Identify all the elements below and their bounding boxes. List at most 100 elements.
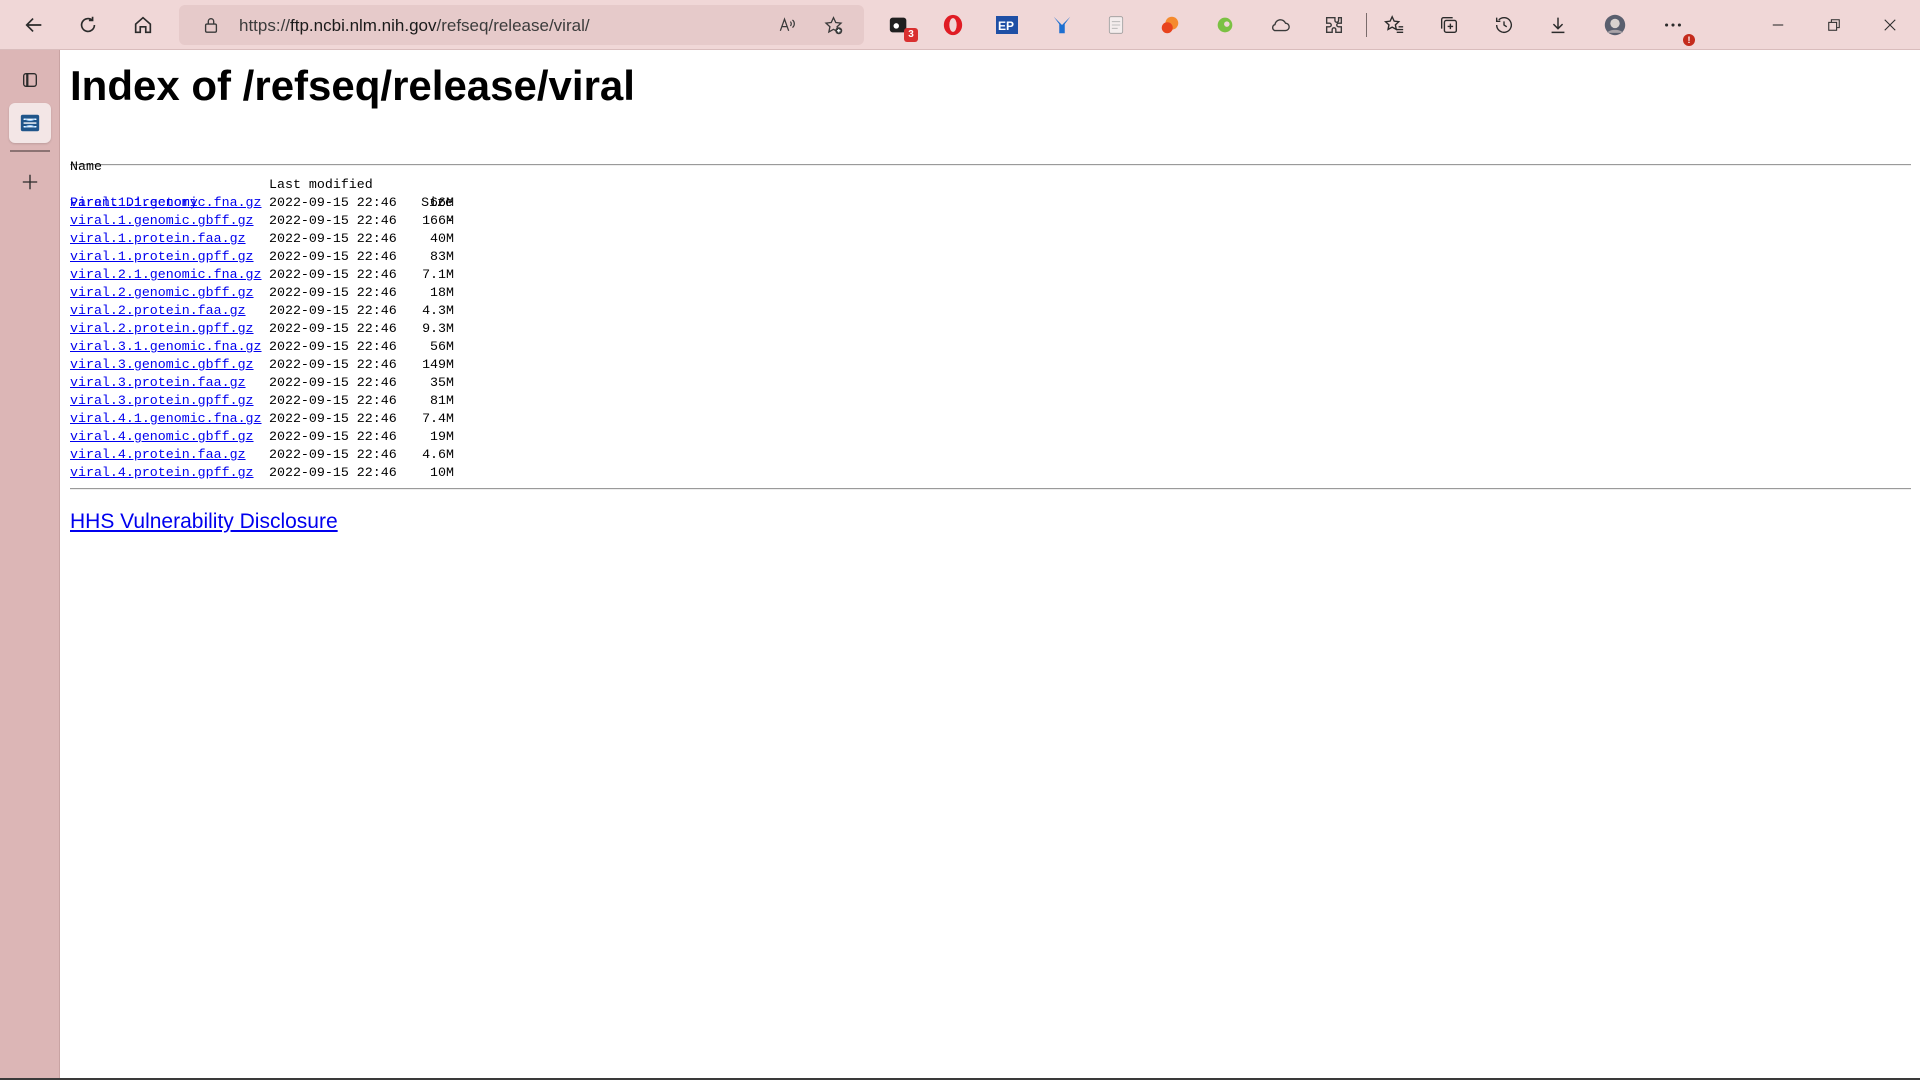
url-scheme: https:// [239, 16, 291, 35]
url-host: ftp.ncbi.nlm.nih.gov [290, 16, 437, 35]
file-row: viral.2.1.genomic.fna.gz 2022-09-15 22:46… [70, 266, 1911, 284]
file-link[interactable]: viral.3.1.genomic.fna.gz [70, 338, 262, 356]
file-size: 66M [430, 195, 454, 210]
file-link[interactable]: viral.1.genomic.gbff.gz [70, 212, 254, 230]
file-row: viral.2.protein.faa.gz 2022-09-15 22:46 4.… [70, 302, 1911, 320]
file-row: viral.1.protein.gpff.gz 2022-09-15 22:46 8… [70, 248, 1911, 266]
file-size: 7.4M [422, 411, 454, 426]
file-size: 166M [422, 213, 454, 228]
vertical-tabs-sidebar [0, 50, 60, 1080]
file-size: 81M [430, 393, 454, 408]
file-link[interactable]: viral.2.protein.gpff.gz [70, 320, 254, 338]
file-link[interactable]: viral.2.protein.faa.gz [70, 302, 246, 320]
file-link[interactable]: viral.3.protein.gpff.gz [70, 392, 254, 410]
collections-icon[interactable] [1431, 7, 1467, 43]
file-link[interactable]: viral.1.protein.faa.gz [70, 230, 246, 248]
parent-directory-row: Parent Directory - [70, 176, 1911, 228]
file-last-modified: 2022-09-15 22:46 [269, 249, 397, 264]
file-size: 9.3M [422, 321, 454, 336]
file-size: 149M [422, 357, 454, 372]
file-size: 4.6M [422, 447, 454, 462]
file-size: 35M [430, 375, 454, 390]
more-icon[interactable]: ! [1655, 7, 1695, 46]
file-row: viral.4.protein.faa.gz 2022-09-15 22:46 4.… [70, 446, 1911, 464]
file-row: viral.2.genomic.gbff.gz 2022-09-15 22:46 1… [70, 284, 1911, 302]
browser-toolbar: https://ftp.ncbi.nlm.nih.gov/refseq/rele… [0, 0, 1920, 50]
y-extension-icon[interactable] [1049, 12, 1075, 38]
back-arrow-icon[interactable] [16, 7, 52, 43]
file-row: viral.3.protein.faa.gz 2022-09-15 22:46 35… [70, 374, 1911, 392]
file-last-modified: 2022-09-15 22:46 [269, 393, 397, 408]
page-title: Index of /refseq/release/viral [70, 62, 635, 109]
new-tab-plus-icon[interactable] [9, 162, 51, 202]
header-divider [70, 164, 1911, 166]
file-link[interactable]: viral.4.1.genomic.fna.gz [70, 410, 262, 428]
directory-listing: Name Last modified Size Parent Directory… [70, 140, 1911, 490]
file-size: 7.1M [422, 267, 454, 282]
ep-extension-icon[interactable]: EP [994, 12, 1020, 38]
file-link[interactable]: viral.2.1.genomic.fna.gz [70, 266, 262, 284]
file-last-modified: 2022-09-15 22:46 [269, 411, 397, 426]
restore-icon[interactable] [1811, 10, 1857, 40]
file-last-modified: 2022-09-15 22:46 [269, 195, 397, 210]
file-row: viral.3.genomic.gbff.gz 2022-09-15 22:46 1… [70, 356, 1911, 374]
tab-actions-icon[interactable] [9, 60, 51, 100]
file-row: viral.4.protein.gpff.gz 2022-09-15 22:46 1… [70, 464, 1911, 482]
active-tab-favicon[interactable] [9, 103, 51, 143]
listing-header-row: Name Last modified Size [70, 140, 1911, 210]
favorite-add-icon[interactable] [821, 13, 845, 37]
minimize-icon[interactable] [1755, 10, 1801, 40]
file-link[interactable]: viral.4.protein.faa.gz [70, 446, 246, 464]
file-last-modified: 2022-09-15 22:46 [269, 447, 397, 462]
file-size: 18M [430, 285, 454, 300]
history-icon[interactable] [1486, 7, 1522, 43]
file-row: viral.1.protein.faa.gz 2022-09-15 22:46 40… [70, 230, 1911, 248]
file-list: viral.1.1.genomic.fna.gz 2022-09-15 22:46… [70, 194, 1911, 482]
file-row: viral.3.protein.gpff.gz 2022-09-15 22:46 8… [70, 392, 1911, 410]
home-icon[interactable] [125, 7, 161, 43]
toolbar-separator [1366, 13, 1367, 37]
file-last-modified: 2022-09-15 22:46 [269, 465, 397, 480]
file-last-modified: 2022-09-15 22:46 [269, 429, 397, 444]
file-size: 83M [430, 249, 454, 264]
file-last-modified: 2022-09-15 22:46 [269, 303, 397, 318]
file-row: viral.3.1.genomic.fna.gz 2022-09-15 22:46… [70, 338, 1911, 356]
hhs-vulnerability-disclosure-link[interactable]: HHS Vulnerability Disclosure [70, 510, 338, 534]
file-link[interactable]: viral.3.protein.faa.gz [70, 374, 246, 392]
file-last-modified: 2022-09-15 22:46 [269, 339, 397, 354]
url-path: /refseq/release/viral/ [436, 16, 590, 35]
address-bar[interactable]: https://ftp.ncbi.nlm.nih.gov/refseq/rele… [179, 5, 864, 45]
opera-extension-icon[interactable] [940, 12, 966, 38]
extension-badge-count: 3 [904, 28, 918, 42]
file-row: viral.2.protein.gpff.gz 2022-09-15 22:46 9… [70, 320, 1911, 338]
sidebar-divider [10, 150, 50, 152]
file-last-modified: 2022-09-15 22:46 [269, 267, 397, 282]
file-link[interactable]: viral.4.protein.gpff.gz [70, 464, 254, 482]
favorites-icon[interactable] [1376, 7, 1412, 43]
extensions-puzzle-icon[interactable] [1321, 12, 1347, 38]
extension-icon-badge[interactable]: 3 [886, 12, 918, 42]
file-row: viral.4.1.genomic.fna.gz 2022-09-15 22:46… [70, 410, 1911, 428]
file-link[interactable]: viral.4.genomic.gbff.gz [70, 428, 254, 446]
file-link[interactable]: viral.1.protein.gpff.gz [70, 248, 254, 266]
header-name: Name [70, 159, 102, 174]
file-link[interactable]: viral.2.genomic.gbff.gz [70, 284, 254, 302]
url-text[interactable]: https://ftp.ncbi.nlm.nih.gov/refseq/rele… [239, 16, 590, 36]
file-link[interactable]: viral.1.1.genomic.fna.gz [70, 194, 262, 212]
refresh-icon[interactable] [70, 7, 106, 43]
file-last-modified: 2022-09-15 22:46 [269, 285, 397, 300]
file-row: viral.1.genomic.gbff.gz 2022-09-15 22:46 1… [70, 212, 1911, 230]
green-extension-icon[interactable] [1212, 12, 1238, 38]
document-extension-icon[interactable] [1103, 12, 1129, 38]
read-aloud-icon[interactable] [775, 13, 799, 37]
file-size: 19M [430, 429, 454, 444]
footer-divider [70, 488, 1911, 490]
file-link[interactable]: viral.3.genomic.gbff.gz [70, 356, 254, 374]
lock-icon[interactable] [201, 15, 221, 35]
download-icon[interactable] [1540, 7, 1576, 43]
cloud-extension-icon[interactable] [1267, 12, 1293, 38]
orange-extension-icon[interactable] [1157, 12, 1183, 38]
close-icon[interactable] [1867, 10, 1913, 40]
profile-avatar[interactable] [1597, 7, 1633, 43]
file-last-modified: 2022-09-15 22:46 [269, 321, 397, 336]
